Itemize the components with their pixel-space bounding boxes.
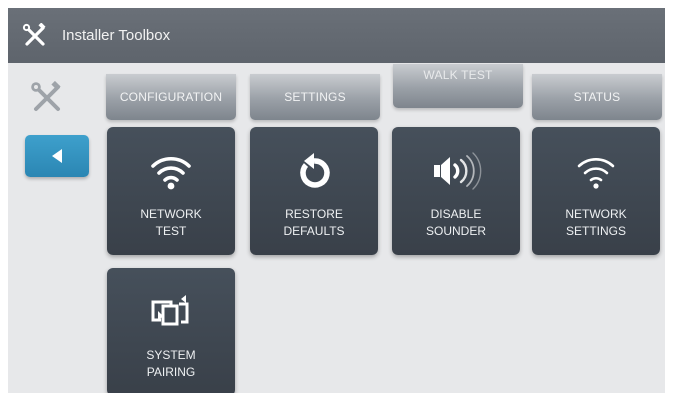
tile-label-line: NETWORK xyxy=(140,207,202,221)
wifi-icon xyxy=(577,158,615,189)
tab-walk-test[interactable]: WALK TEST xyxy=(393,64,523,108)
back-button[interactable] xyxy=(25,135,89,177)
tab-settings[interactable]: SETTINGS xyxy=(250,74,380,120)
tile-label-line: DEFAULTS xyxy=(283,224,345,238)
network-settings-tile[interactable]: NETWORK SETTINGS xyxy=(532,127,660,255)
tab-label: SETTINGS xyxy=(284,90,346,104)
tab-configuration[interactable]: CONFIGURATION xyxy=(106,74,236,120)
tile-label-line: PAIRING xyxy=(146,365,196,379)
tools-icon xyxy=(22,22,46,46)
system-pairing-tile[interactable]: SYSTEM PAIRING xyxy=(107,268,235,393)
network-test-tile[interactable]: NETWORK TEST xyxy=(107,127,235,255)
tile-label-line: TEST xyxy=(155,224,187,238)
back-arrow-icon xyxy=(52,149,62,163)
tile-label-line: RESTORE xyxy=(285,207,343,221)
tab-status[interactable]: STATUS xyxy=(532,74,662,120)
tile-label: NETWORK SETTINGS xyxy=(532,206,660,240)
tile-label: DISABLE SOUNDER xyxy=(392,206,520,240)
tile-label: RESTORE DEFAULTS xyxy=(250,206,378,240)
title-bar: Installer Toolbox xyxy=(8,8,665,63)
tools-icon xyxy=(31,81,61,111)
tile-label-line: SOUNDER xyxy=(425,224,486,238)
speaker-icon xyxy=(434,152,482,190)
tile-label: NETWORK TEST xyxy=(107,206,235,240)
tab-label: STATUS xyxy=(573,90,621,104)
tile-label-line: NETWORK xyxy=(565,207,627,221)
restore-icon xyxy=(300,153,330,188)
app-title: Installer Toolbox xyxy=(62,27,171,44)
pairing-icon xyxy=(151,295,189,326)
tile-label: SYSTEM PAIRING xyxy=(107,347,235,381)
tile-label-line: SYSTEM xyxy=(146,348,196,362)
tab-label: CONFIGURATION xyxy=(119,90,223,104)
tile-label-line: DISABLE xyxy=(430,207,482,221)
installer-toolbox-screen: Installer Toolbox CONFIGURATION SETTINGS… xyxy=(8,8,665,393)
tile-label-line: SETTINGS xyxy=(565,224,626,238)
restore-defaults-tile[interactable]: RESTORE DEFAULTS xyxy=(250,127,378,255)
wifi-icon xyxy=(151,156,191,190)
tab-label: WALK TEST xyxy=(423,68,493,82)
disable-sounder-tile[interactable]: DISABLE SOUNDER xyxy=(392,127,520,255)
